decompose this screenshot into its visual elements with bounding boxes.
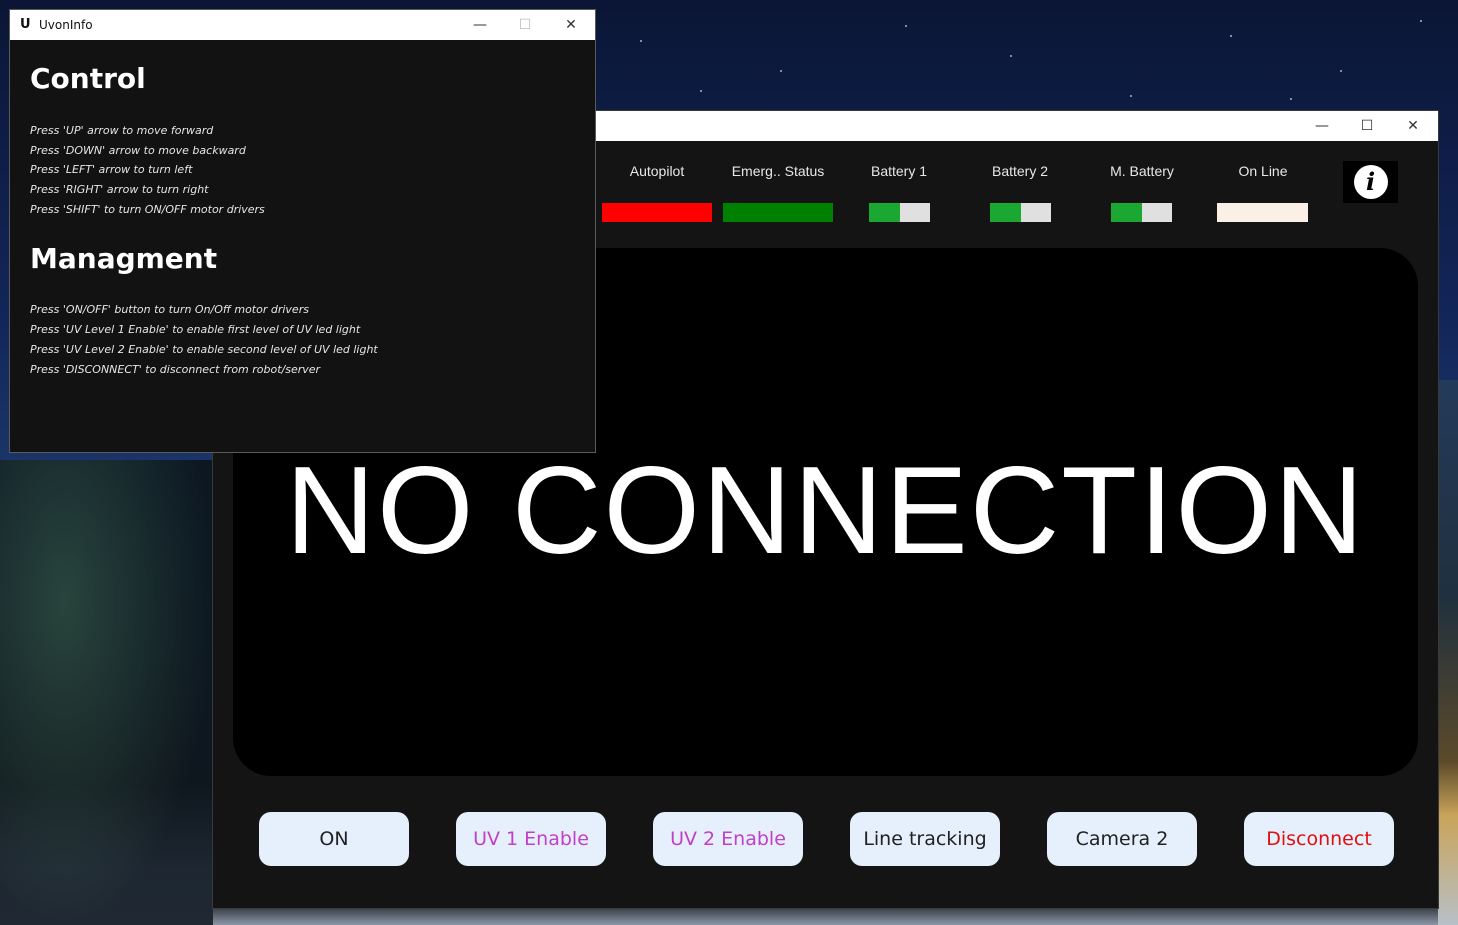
online-label: On Line <box>1238 163 1288 179</box>
no-connection-message: NO CONNECTION <box>285 442 1366 580</box>
minimize-button[interactable]: — <box>1299 111 1345 141</box>
uv1-enable-button[interactable]: UV 1 Enable <box>456 812 606 866</box>
wallpaper-snow <box>213 908 1438 925</box>
main-battery-indicator <box>1111 203 1172 222</box>
close-button[interactable]: ✕ <box>1390 111 1436 141</box>
management-instruction: Press 'DISCONNECT' to disconnect from ro… <box>30 363 321 376</box>
management-heading: Managment <box>30 242 218 275</box>
main-battery-label: M. Battery <box>1110 163 1174 179</box>
app-logo-icon: U <box>20 17 31 32</box>
uv2-enable-button[interactable]: UV 2 Enable <box>653 812 803 866</box>
info-maximize-button[interactable]: ☐ <box>502 10 548 40</box>
management-instruction: Press 'UV Level 1 Enable' to enable firs… <box>30 323 361 336</box>
on-button[interactable]: ON <box>259 812 409 866</box>
control-instruction: Press 'DOWN' arrow to move backward <box>30 144 246 157</box>
camera2-button[interactable]: Camera 2 <box>1047 812 1197 866</box>
control-instruction: Press 'UP' arrow to move forward <box>30 124 214 137</box>
info-close-button[interactable]: ✕ <box>548 10 594 40</box>
battery1-label: Battery 1 <box>870 163 928 179</box>
battery2-label: Battery 2 <box>991 163 1049 179</box>
management-instruction: Press 'ON/OFF' button to turn On/Off mot… <box>30 303 309 316</box>
info-window-title: UvonInfo <box>39 18 93 32</box>
wallpaper-trees-left <box>0 460 215 925</box>
emergency-status-label: Emerg.. Status <box>731 163 825 179</box>
control-instruction: Press 'SHIFT' to turn ON/OFF motor drive… <box>30 203 265 216</box>
disconnect-button[interactable]: Disconnect <box>1244 812 1394 866</box>
control-heading: Control <box>30 62 146 95</box>
autopilot-indicator <box>602 203 712 222</box>
battery2-indicator <box>990 203 1051 222</box>
battery1-indicator <box>869 203 930 222</box>
autopilot-label: Autopilot <box>629 163 685 179</box>
info-window: U UvonInfo — ☐ ✕ Control Press 'UP' arro… <box>10 10 595 452</box>
control-instruction: Press 'LEFT' arrow to turn left <box>30 163 193 176</box>
info-minimize-button[interactable]: — <box>457 10 503 40</box>
control-instruction: Press 'RIGHT' arrow to turn right <box>30 183 209 196</box>
line-tracking-button[interactable]: Line tracking <box>850 812 1000 866</box>
online-indicator <box>1217 203 1308 222</box>
info-icon: i <box>1353 165 1388 199</box>
info-button[interactable]: i <box>1343 161 1398 203</box>
info-titlebar[interactable]: U UvonInfo — ☐ ✕ <box>10 10 595 40</box>
maximize-button[interactable]: ☐ <box>1344 111 1390 141</box>
emergency-status-indicator <box>723 203 833 222</box>
wallpaper-trees-right <box>1438 380 1458 925</box>
management-instruction: Press 'UV Level 2 Enable' to enable seco… <box>30 343 378 356</box>
